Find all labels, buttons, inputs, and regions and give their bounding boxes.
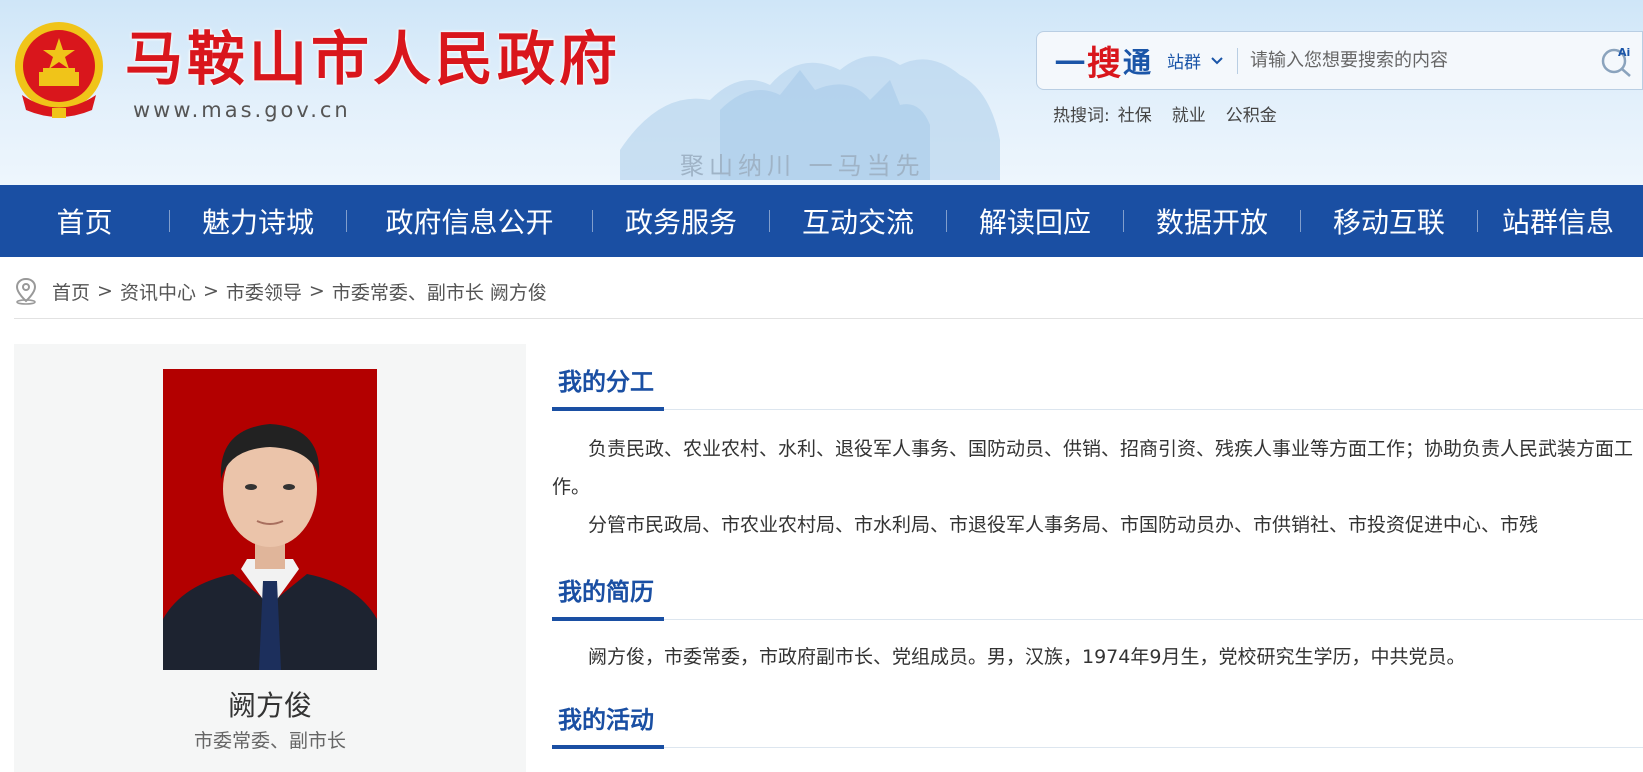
section-title-bio: 我的简历 bbox=[558, 578, 654, 606]
duty-paragraph-2: 分管市民政局、市农业农村局、市水利局、市退役军人事务局、市国防动员办、市供销社、… bbox=[588, 514, 1539, 536]
section-header-bio: 我的简历 bbox=[552, 554, 1643, 621]
profile-title: 市委常委、副市长 bbox=[193, 730, 346, 752]
search-brand-tong: 通 bbox=[1123, 45, 1152, 79]
hot-search-label: 热搜词: bbox=[1053, 106, 1110, 126]
site-header: 马鞍山市人民政府 www.mas.gov.cn 聚山纳川 一马当先 一 搜 通 … bbox=[0, 0, 1643, 185]
hot-word-link[interactable]: 就业 bbox=[1172, 101, 1206, 126]
search-brand-yi: 一 bbox=[1055, 46, 1085, 82]
nav-item-home[interactable]: 首页 bbox=[0, 185, 169, 257]
slogan: 聚山纳川 一马当先 bbox=[680, 152, 925, 180]
site-domain: www.mas.gov.cn bbox=[133, 98, 351, 122]
search-scope-dropdown[interactable]: 站群 bbox=[1167, 48, 1225, 73]
location-pin-icon bbox=[15, 277, 37, 305]
breadcrumb-separator: > bbox=[308, 280, 325, 302]
nav-item-open-data[interactable]: 数据开放 bbox=[1124, 185, 1300, 257]
nav-item-site-group[interactable]: 站群信息 bbox=[1478, 185, 1638, 257]
nav-item-charm-city[interactable]: 魅力诗城 bbox=[170, 185, 346, 257]
hot-word-link[interactable]: 公积金 bbox=[1226, 101, 1277, 126]
bio-paragraph: 阙方俊，市委常委，市政府副市长、党组成员。男，汉族，1974年9月生，党校研究生… bbox=[588, 646, 1466, 668]
bio-text: 阙方俊，市委常委，市政府副市长、党组成员。男，汉族，1974年9月生，党校研究生… bbox=[552, 638, 1643, 682]
hot-search-words: 热搜词: 社保 就业 公积金 bbox=[1053, 101, 1277, 126]
breadcrumb-separator: > bbox=[97, 280, 113, 302]
breadcrumb-separator: > bbox=[202, 280, 219, 302]
section-title-activity: 我的活动 bbox=[558, 706, 654, 734]
breadcrumb-current: 市委常委、副市长 阙方俊 bbox=[331, 281, 547, 304]
site-title[interactable]: 马鞍山市人民政府 bbox=[125, 24, 621, 94]
duty-text: 负责民政、农业农村、水利、退役军人事务、国防动员、供销、招商引资、残疾人事业等方… bbox=[552, 430, 1643, 554]
svg-text:Ai: Ai bbox=[1618, 46, 1630, 59]
search-box: 一 搜 通 站群 Ai bbox=[1036, 31, 1643, 90]
breadcrumb-link-home[interactable]: 首页 bbox=[52, 278, 90, 305]
breadcrumb-link-news[interactable]: 资讯中心 bbox=[120, 278, 196, 305]
search-scope-label: 站群 bbox=[1167, 53, 1202, 73]
breadcrumb-link-leaders[interactable]: 市委领导 bbox=[226, 278, 302, 305]
profile-content: 我的分工 负责民政、农业农村、水利、退役军人事务、国防动员、供销、招商引资、残疾… bbox=[552, 344, 1643, 749]
section-underline bbox=[552, 617, 664, 621]
nav-item-gov-info[interactable]: 政府信息公开 bbox=[347, 185, 592, 257]
search-brand-sou: 搜 bbox=[1087, 44, 1121, 84]
section-title-duty: 我的分工 bbox=[558, 368, 654, 396]
search-input[interactable] bbox=[1250, 50, 1591, 71]
breadcrumb-divider bbox=[14, 318, 1643, 319]
section-header-duty: 我的分工 bbox=[552, 344, 1643, 411]
nav-item-interaction[interactable]: 互动交流 bbox=[770, 185, 946, 257]
ai-search-icon[interactable]: Ai bbox=[1600, 44, 1634, 78]
chevron-down-icon bbox=[1211, 56, 1223, 64]
section-header-activity: 我的活动 bbox=[552, 682, 1643, 749]
portrait-photo bbox=[163, 369, 377, 670]
breadcrumb: 首页 > 资讯中心 > 市委领导 > 市委常委、副市长 阙方俊 bbox=[14, 275, 547, 307]
profile-name: 阙方俊 bbox=[227, 689, 312, 722]
search-divider bbox=[1237, 47, 1239, 74]
nav-item-services[interactable]: 政务服务 bbox=[593, 185, 769, 257]
nav-item-mobile[interactable]: 移动互联 bbox=[1301, 185, 1477, 257]
section-underline bbox=[552, 407, 664, 411]
profile-card: 阙方俊 市委常委、副市长 bbox=[14, 344, 526, 772]
national-emblem-icon bbox=[15, 22, 103, 118]
hot-word-link[interactable]: 社保 bbox=[1118, 101, 1152, 126]
nav-item-interpretation[interactable]: 解读回应 bbox=[947, 185, 1123, 257]
main-nav: 首页 魅力诗城 政府信息公开 政务服务 互动交流 解读回应 数据开放 移动互联 … bbox=[0, 185, 1643, 257]
duty-paragraph-1: 负责民政、农业农村、水利、退役军人事务、国防动员、供销、招商引资、残疾人事业等方… bbox=[552, 438, 1634, 498]
section-underline bbox=[552, 745, 664, 749]
